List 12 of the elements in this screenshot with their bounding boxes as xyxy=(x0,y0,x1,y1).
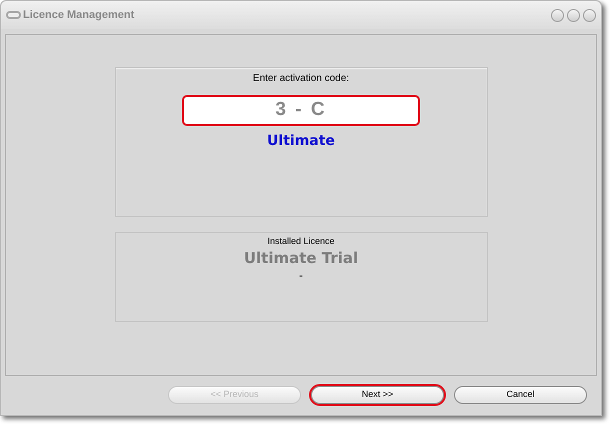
dialog-button[interactable]: Next >> xyxy=(311,386,444,404)
window-title: Licence Management xyxy=(23,8,134,23)
edition-label: Ultimate xyxy=(267,132,335,151)
minimize-icon[interactable] xyxy=(551,8,564,22)
installed-licence-label: Installed Licence xyxy=(267,235,335,248)
window-menu-icon[interactable] xyxy=(6,11,21,19)
maximize-icon[interactable] xyxy=(567,8,580,22)
activation-label: Enter activation code: xyxy=(252,72,350,86)
dialog-button[interactable]: Cancel xyxy=(454,386,587,404)
licence-detail-text: - xyxy=(299,268,303,284)
installed-edition-label: Ultimate Trial xyxy=(244,248,358,268)
close-icon[interactable] xyxy=(583,8,596,22)
